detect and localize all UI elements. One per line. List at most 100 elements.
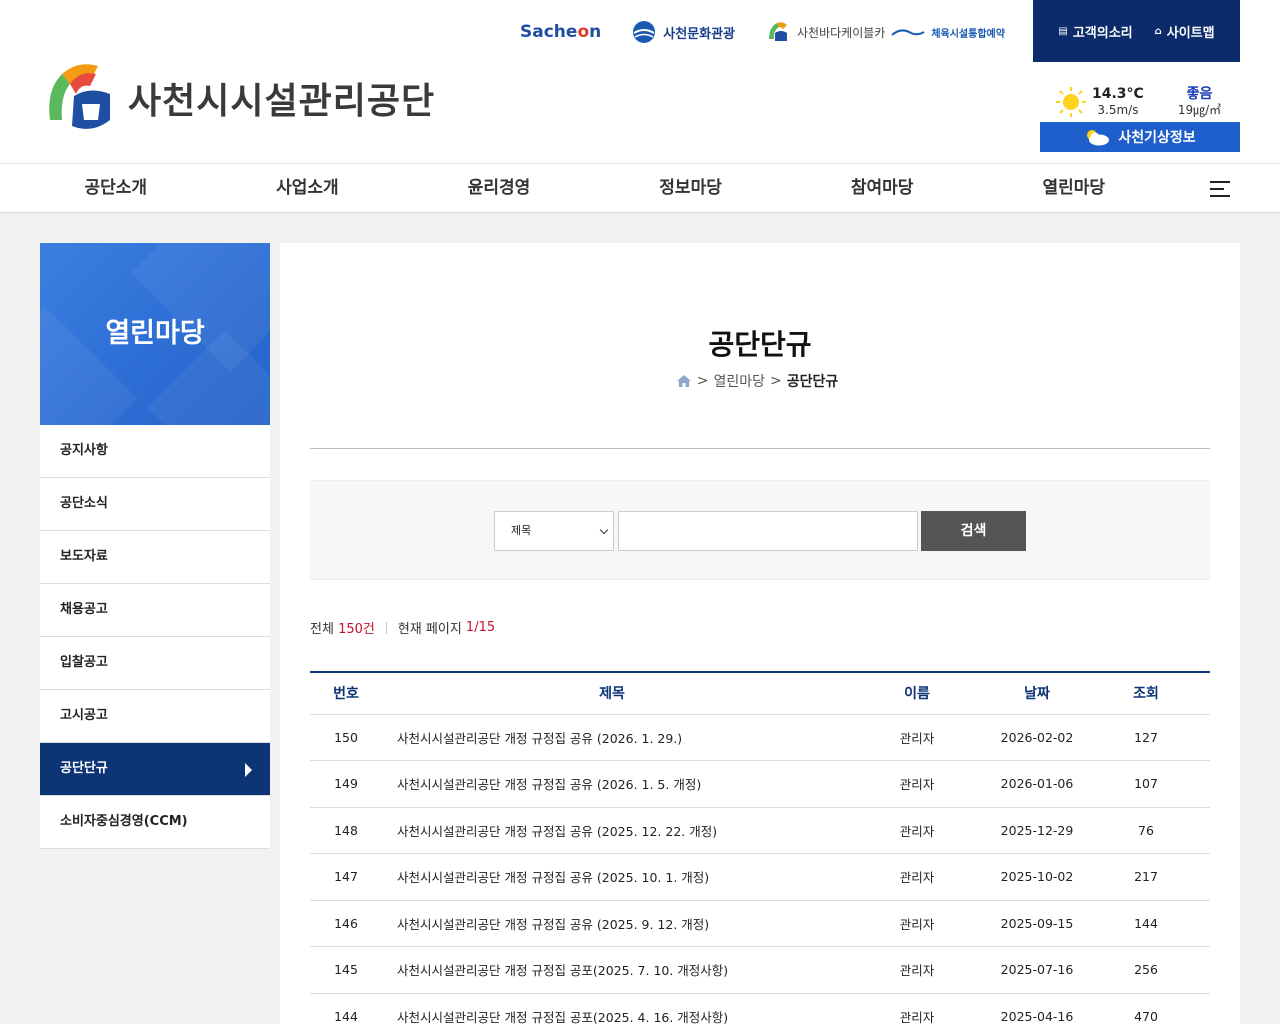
row-date: 2026-02-02: [992, 714, 1082, 761]
logo-text: 사천시시설관리공단: [128, 81, 436, 122]
table-row: 147 사천시시설관리공단 개정 규정집 공유 (2025. 10. 1. 개정)…: [310, 853, 1210, 901]
col-header-views: 조회: [1082, 672, 1210, 715]
sports-label: 체육시설통합예약: [931, 28, 1005, 40]
row-title-link[interactable]: 사천시시설관리공단 개정 규정집 공포(2025. 4. 16. 개정사항): [382, 993, 842, 1024]
row-date: 2025-07-16: [992, 946, 1082, 994]
breadcrumb-section[interactable]: 열린마당: [713, 371, 765, 391]
utility-bar: ▤ 고객의소리 ⌂ 사이트맵: [1033, 0, 1240, 62]
logo-emblem-icon: [49, 64, 110, 129]
search-input[interactable]: [618, 511, 918, 551]
row-views: 144: [1082, 900, 1210, 947]
row-title-link[interactable]: 사천시시설관리공단 개정 규정집 공포(2025. 7. 10. 개정사항): [382, 946, 842, 994]
gnb-item-business[interactable]: 사업소개: [212, 164, 404, 212]
row-number: 149: [310, 760, 382, 808]
page-label: 현재 페이지: [397, 622, 462, 637]
main-content: 공단단규 > 열린마당 > 공단단규 제목 검색 전체 150건 현재 페이지 …: [280, 243, 1240, 1024]
gnb-item-participation[interactable]: 참여마당: [786, 164, 978, 212]
gnb-item-ethics[interactable]: 윤리경영: [403, 164, 595, 212]
row-title-link[interactable]: 사천시시설관리공단 개정 규정집 공유 (2026. 1. 5. 개정): [382, 760, 842, 808]
search-field-select[interactable]: 제목: [494, 511, 614, 551]
side-item-press[interactable]: 보도자료: [40, 531, 270, 584]
document-icon: ▤: [1058, 25, 1068, 37]
gnb-item-open[interactable]: 열린마당: [978, 164, 1170, 212]
side-menu-title: 열린마당: [105, 318, 205, 349]
side-item-announce[interactable]: 고시공고: [40, 690, 270, 743]
side-menu-header: 열린마당: [40, 243, 270, 425]
row-date: 2025-10-02: [992, 853, 1082, 901]
home-icon[interactable]: [676, 375, 691, 387]
site-header: 사천시시설관리공단 Sache o n 사천문화관광 사천바다케이블카 체육시설…: [0, 0, 1280, 163]
row-title-link[interactable]: 사천시시설관리공단 개정 규정집 공유 (2025. 10. 1. 개정): [382, 853, 842, 901]
culture-label: 사천문화관광: [663, 26, 735, 42]
sacheon-logo-o: o: [577, 22, 590, 42]
row-author: 관리자: [842, 853, 992, 901]
row-title-link[interactable]: 사천시시설관리공단 개정 규정집 공유 (2025. 12. 22. 개정): [382, 807, 842, 854]
current-page: 1/15: [465, 620, 496, 635]
row-views: 76: [1082, 807, 1210, 854]
home-icon: ⌂: [1154, 25, 1162, 37]
side-item-notice[interactable]: 공지사항: [40, 425, 270, 478]
main-navigation: 공단소개 사업소개 윤리경영 정보마당 참여마당 열린마당: [0, 163, 1280, 213]
side-menu: 열린마당 공지사항 공단소식 보도자료 채용공고 입찰공고 고시공고 공단단규 …: [40, 243, 270, 849]
chevron-down-icon: [599, 525, 609, 535]
page-title: 공단단규: [708, 328, 812, 361]
weather-info-label: 사천기상정보: [1118, 130, 1196, 146]
sitemap-link[interactable]: ⌂ 사이트맵: [1155, 22, 1215, 41]
search-box: 제목 검색: [310, 480, 1210, 580]
sacheon-logo-post: n: [589, 22, 602, 42]
gnb-item-info[interactable]: 정보마당: [595, 164, 787, 212]
board-table: 번호 제목 이름 날짜 조회 150 사천시시설관리공단 개정 규정집 공유 (2…: [310, 671, 1210, 1024]
row-number: 144: [310, 993, 382, 1024]
partner-sacheon-link[interactable]: Sache o n: [520, 22, 601, 42]
search-field-select-value: 제목: [511, 524, 532, 537]
partner-cablecar-link[interactable]: 사천바다케이블카: [765, 19, 885, 45]
row-author: 관리자: [842, 946, 992, 994]
row-views: 217: [1082, 853, 1210, 901]
table-row: 148 사천시시설관리공단 개정 규정집 공유 (2025. 12. 22. 개정…: [310, 807, 1210, 854]
sitemap-label: 사이트맵: [1166, 25, 1215, 41]
air-quality-value: 19㎍/㎥: [1177, 103, 1222, 117]
culture-logo-icon: [633, 21, 656, 43]
row-title-link[interactable]: 사천시시설관리공단 개정 규정집 공유 (2026. 1. 29.): [382, 714, 842, 761]
summary-divider: [385, 621, 387, 634]
customer-voice-link[interactable]: ▤ 고객의소리: [1058, 22, 1132, 41]
weather-widget: 14.3°C 3.5m/s 좋음 19㎍/㎥ 사천기상정보: [1040, 82, 1240, 152]
sports-logo-icon: [891, 29, 925, 36]
cablecar-label: 사천바다케이블카: [797, 25, 886, 40]
side-item-regulations[interactable]: 공단단규: [40, 743, 270, 796]
row-author: 관리자: [842, 760, 992, 808]
row-author: 관리자: [842, 993, 992, 1024]
breadcrumb-sep: >: [770, 373, 782, 389]
weather-info-button[interactable]: 사천기상정보: [1040, 122, 1240, 152]
divider: [310, 448, 1210, 449]
total-label: 전체: [310, 622, 334, 637]
partner-culture-link[interactable]: 사천문화관광: [631, 19, 735, 45]
cloud-sun-icon: [1087, 130, 1110, 146]
row-views: 107: [1082, 760, 1210, 808]
row-views: 256: [1082, 946, 1210, 994]
partner-sports-link[interactable]: 체육시설통합예약: [891, 25, 1005, 40]
breadcrumb: > 열린마당 > 공단단규: [280, 371, 1240, 391]
list-summary: 전체 150건 현재 페이지 1/15: [310, 618, 495, 637]
breadcrumb-sep: >: [696, 373, 709, 389]
temperature: 14.3°C: [1092, 86, 1144, 102]
row-views: 127: [1082, 714, 1210, 761]
gnb-item-about[interactable]: 공단소개: [20, 164, 212, 212]
col-header-date: 날짜: [992, 672, 1082, 715]
side-item-regulations-label: 공단단규: [60, 761, 108, 776]
col-header-title: 제목: [382, 672, 842, 715]
row-author: 관리자: [842, 900, 992, 947]
partner-links: Sache o n 사천문화관광 사천바다케이블카 체육시설통합예약: [520, 14, 1005, 50]
all-menu-icon[interactable]: [1210, 181, 1230, 197]
search-button[interactable]: 검색: [921, 511, 1026, 551]
site-logo[interactable]: 사천시시설관리공단: [40, 60, 435, 136]
side-item-recruit[interactable]: 채용공고: [40, 584, 270, 637]
sun-icon: [1056, 87, 1086, 117]
side-item-news[interactable]: 공단소식: [40, 478, 270, 531]
side-item-ccm[interactable]: 소비자중심경영(CCM): [40, 796, 270, 849]
arrow-right-icon: [245, 763, 252, 777]
row-title-link[interactable]: 사천시시설관리공단 개정 규정집 공유 (2025. 9. 12. 개정): [382, 900, 842, 947]
row-number: 146: [310, 900, 382, 947]
row-number: 145: [310, 946, 382, 994]
side-item-bid[interactable]: 입찰공고: [40, 637, 270, 690]
